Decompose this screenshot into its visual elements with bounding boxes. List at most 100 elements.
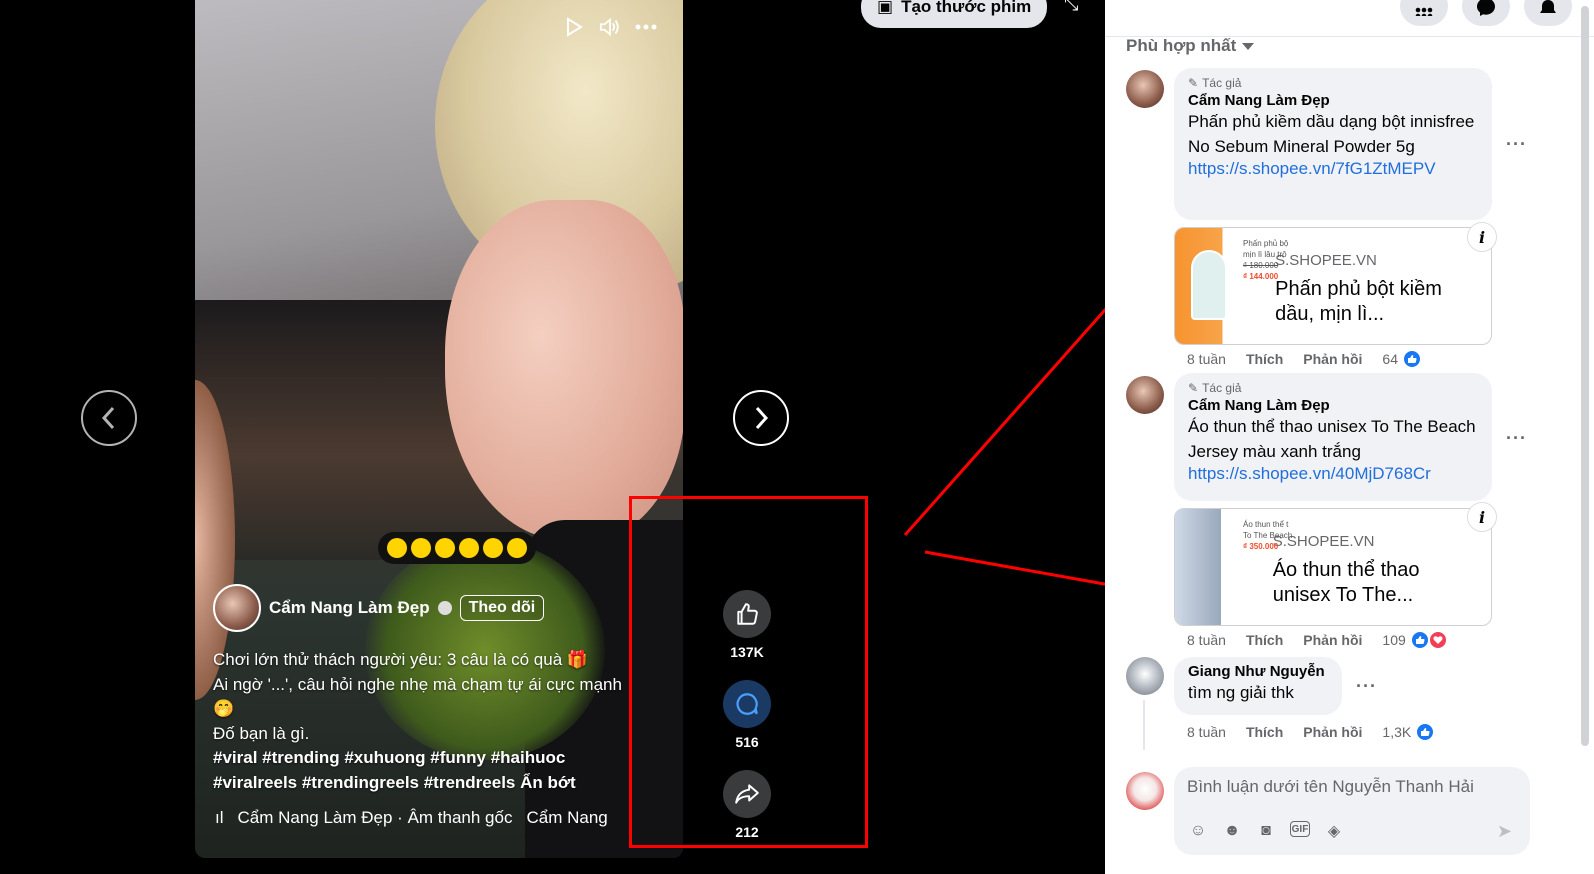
current-user-avatar[interactable] [1126, 772, 1164, 810]
comment-link[interactable]: https://s.shopee.vn/7fG1ZtMEPV [1188, 159, 1478, 179]
comment-composer: ☺ ☻ ◙ GIF ◈ ➤ [1174, 767, 1530, 855]
link-thumbnail: Phấn phủ bộ mịn lì lâu trô ₫ 180.000 ₫ 1… [1175, 228, 1288, 344]
like-reaction-icon [1409, 630, 1430, 650]
author-name[interactable]: Cẩm Nang Làm Đẹp [269, 598, 430, 618]
create-reel-button[interactable]: ▣ Tạo thước phim [861, 0, 1048, 28]
camera-icon[interactable]: ◙ [1256, 821, 1276, 841]
messenger-icon[interactable] [1462, 0, 1510, 26]
caption-line: 🤭 [213, 699, 235, 718]
comment-options-icon[interactable]: ··· [1506, 134, 1527, 155]
previous-reel-button[interactable] [81, 390, 137, 446]
author-badge-label: Tác giả [1202, 76, 1242, 90]
notifications-bell-icon[interactable] [1524, 0, 1572, 26]
commenter-name[interactable]: Giang Như Nguyễn [1188, 663, 1328, 680]
gif-icon[interactable]: GIF [1290, 821, 1310, 837]
comment-actions: 8 tuần Thích Phản hồi 64 [1187, 349, 1422, 369]
see-less-link[interactable]: Ẩn bớt [520, 773, 576, 792]
reply-link[interactable]: Phản hồi [1303, 632, 1362, 648]
caret-down-icon [1242, 42, 1255, 50]
caption-line: Chơi lớn thử thách người yêu: 3 câu là c… [213, 650, 589, 669]
top-nav-icons [1400, 0, 1572, 26]
comment-time[interactable]: 8 tuần [1187, 724, 1226, 740]
commenter-name[interactable]: Cẩm Nang Làm Đẹp [1188, 397, 1478, 414]
comment-bubble: Giang Như Nguyễn tìm ng giải thk [1174, 657, 1342, 715]
reaction-summary[interactable]: 1,3K [1382, 722, 1436, 742]
sort-label: Phù hợp nhất [1126, 36, 1237, 55]
like-comment-link[interactable]: Thích [1246, 632, 1283, 648]
link-title: Phấn phủ bột kiềm dầu, mịn lì... [1275, 278, 1442, 325]
reply-link[interactable]: Phản hồi [1303, 351, 1362, 367]
reply-thread-line [1143, 700, 1145, 750]
author-badge: ✎ Tác giả [1188, 76, 1478, 90]
pen-icon: ✎ [1188, 381, 1199, 395]
thumb-old-price: ₫ 180.000 [1243, 261, 1279, 270]
comment-actions: 8 tuần Thích Phản hồi 1,3K [1187, 722, 1436, 742]
thumb-title: Áo thun thể t To The Beach [1243, 520, 1293, 540]
link-title: Áo thun thể thao unisex To The... [1272, 559, 1420, 606]
like-comment-link[interactable]: Thích [1246, 724, 1283, 740]
comment-text: Áo thun thể thao unisex To The Beach Jer… [1188, 417, 1476, 461]
volume-icon[interactable] [599, 16, 621, 38]
comment-time[interactable]: 8 tuần [1187, 632, 1226, 648]
author-badge-label: Tác giả [1202, 381, 1242, 395]
comment-actions: 8 tuần Thích Phản hồi 109 [1187, 630, 1448, 650]
comment-options-icon[interactable]: ··· [1356, 676, 1377, 697]
hashtags-line[interactable]: #viralreels #trendingreels #trendreels [213, 773, 515, 792]
like-comment-link[interactable]: Thích [1246, 351, 1283, 367]
link-preview-card[interactable]: Áo thun thể t To The Beach ₫ 350.000 S.S… [1174, 508, 1492, 626]
comment-link[interactable]: https://s.shopee.vn/40MjD768Cr [1188, 464, 1478, 484]
more-options-icon[interactable] [635, 16, 657, 38]
author-badge: ✎ Tác giả [1188, 381, 1478, 395]
comment-input[interactable] [1187, 777, 1517, 797]
reel-caption: Chơi lớn thử thách người yêu: 3 câu là c… [213, 648, 663, 795]
follow-button[interactable]: Theo dõi [459, 595, 545, 621]
like-reaction-icon [1415, 722, 1436, 742]
like-reaction-icon [1401, 349, 1422, 369]
link-preview-card[interactable]: Phấn phủ bộ mịn lì lâu trô ₫ 180.000 ₫ 1… [1174, 227, 1492, 345]
comment-text: Phấn phủ kiềm dầu dạng bột innisfree No … [1188, 112, 1475, 156]
reaction-summary[interactable]: 109 [1382, 630, 1448, 650]
commenter-avatar[interactable] [1126, 657, 1164, 695]
comment-bubble: ✎ Tác giả Cẩm Nang Làm Đẹp Áo thun thể t… [1174, 373, 1492, 501]
comment-time[interactable]: 8 tuần [1187, 351, 1226, 367]
comments-scrollbar[interactable] [1581, 6, 1589, 746]
emoji-icon[interactable]: ☻ [1222, 821, 1242, 841]
pen-icon: ✎ [1188, 76, 1199, 90]
reel-author-row: Cẩm Nang Làm Đẹp Theo dõi [213, 584, 545, 632]
audio-row[interactable]: ıl Cẩm Nang Làm Đẹp · Âm thanh gốc Cẩm N… [215, 808, 665, 828]
commenter-name[interactable]: Cẩm Nang Làm Đẹp [1188, 92, 1478, 109]
audio-icon: ıl [215, 808, 224, 827]
expand-icon[interactable]: ⤡ [1064, 0, 1078, 15]
caption-line: Ai ngờ '...', câu hỏi nghe nhẹ mà chạm t… [213, 674, 622, 694]
author-avatar[interactable] [213, 584, 261, 632]
sort-dropdown[interactable]: Phù hợp nhất [1126, 36, 1255, 56]
reel-icon: ▣ [877, 0, 894, 16]
send-icon[interactable]: ➤ [1497, 821, 1512, 842]
video-top-controls [563, 16, 657, 38]
next-reel-button[interactable] [733, 390, 789, 446]
love-reaction-icon [1427, 630, 1448, 650]
comment-bubble: ✎ Tác giả Cẩm Nang Làm Đẹp Phấn phủ kiềm… [1174, 68, 1492, 220]
info-icon[interactable]: i [1467, 502, 1497, 532]
commenter-avatar[interactable] [1126, 376, 1164, 414]
comment-text: tìm ng giải thk [1188, 683, 1294, 702]
avatar-sticker-icon[interactable]: ☺ [1188, 821, 1208, 841]
info-icon[interactable]: i [1467, 222, 1497, 252]
thumb-price: ₫ 350.000 [1243, 542, 1279, 551]
menu-grid-icon[interactable] [1400, 0, 1448, 26]
play-icon[interactable] [563, 16, 585, 38]
reaction-count: 1,3K [1382, 724, 1412, 740]
reaction-summary[interactable]: 64 [1382, 349, 1422, 369]
caption-line: Đố bạn là gì. [213, 723, 310, 743]
commenter-avatar[interactable] [1126, 70, 1164, 108]
reels-viewer: Cẩm Nang Làm Đẹp Theo dõi Chơi lớn thử t… [0, 0, 1594, 874]
create-reel-label: Tạo thước phim [901, 0, 1032, 16]
link-thumbnail: Áo thun thể t To The Beach ₫ 350.000 [1175, 509, 1292, 625]
thumb-price: ₫ 144.000 [1243, 272, 1279, 281]
hashtags-line[interactable]: #viral #trending #xuhuong #funny #haihuo… [213, 746, 663, 771]
audio-label-2: Cẩm Nang [526, 808, 608, 827]
sticker-icon[interactable]: ◈ [1324, 821, 1344, 841]
reply-link[interactable]: Phản hồi [1303, 724, 1362, 740]
comment-options-icon[interactable]: ··· [1506, 428, 1527, 449]
link-domain: S.SHOPEE.VN [1275, 252, 1377, 269]
